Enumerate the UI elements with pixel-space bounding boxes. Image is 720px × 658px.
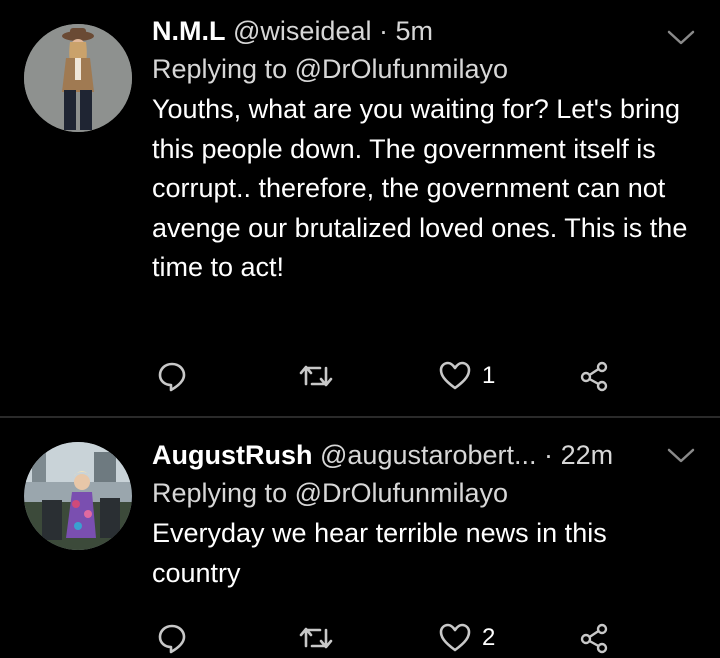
- separator: ·: [379, 16, 388, 46]
- tweet-actions: 2: [152, 618, 632, 658]
- avatar[interactable]: [24, 442, 132, 550]
- like-count: 1: [482, 362, 496, 389]
- heart-icon: [438, 622, 472, 654]
- share-button[interactable]: [578, 356, 610, 396]
- retweet-button[interactable]: [298, 356, 344, 396]
- reply-icon: [156, 622, 188, 654]
- timestamp[interactable]: 5m: [396, 16, 434, 46]
- retweet-button[interactable]: [298, 618, 344, 658]
- tweet-header: N.M.L @wiseideal · 5m: [152, 12, 690, 50]
- user-handle[interactable]: @augustarobert...: [320, 440, 537, 470]
- replying-to[interactable]: Replying to @DrOlufunmilayo: [152, 474, 690, 512]
- separator: ·: [544, 440, 554, 470]
- display-name[interactable]: N.M.L: [152, 16, 226, 46]
- reply-button[interactable]: [156, 356, 198, 396]
- like-count: 2: [482, 624, 496, 651]
- retweet-icon: [298, 360, 334, 392]
- tweet-text: Youths, what are you waiting for? Let's …: [152, 94, 688, 283]
- share-icon: [578, 622, 610, 654]
- tweet-text: Everyday we hear terrible news in this c…: [152, 518, 607, 588]
- tweet-actions: 1: [152, 356, 632, 396]
- like-button[interactable]: 1: [438, 356, 495, 396]
- tweet-card[interactable]: AugustRush @augustarobert... · 22m Reply…: [0, 418, 720, 654]
- reply-button[interactable]: [156, 618, 198, 658]
- reply-icon: [156, 360, 188, 392]
- tweet-header: AugustRush @augustarobert... · 22m: [152, 436, 690, 474]
- replying-to[interactable]: Replying to @DrOlufunmilayo: [152, 50, 690, 88]
- like-button[interactable]: 2: [438, 618, 495, 658]
- tweet-card[interactable]: N.M.L @wiseideal · 5m Replying to @DrOlu…: [0, 0, 720, 416]
- retweet-icon: [298, 622, 334, 654]
- user-handle[interactable]: @wiseideal: [233, 16, 371, 46]
- share-icon: [578, 360, 610, 392]
- chevron-down-icon[interactable]: [666, 28, 696, 48]
- share-button[interactable]: [578, 618, 610, 658]
- display-name[interactable]: AugustRush: [152, 440, 312, 470]
- timestamp[interactable]: 22m: [561, 440, 614, 470]
- heart-icon: [438, 360, 472, 392]
- chevron-down-icon[interactable]: [666, 446, 696, 466]
- avatar[interactable]: [24, 24, 132, 132]
